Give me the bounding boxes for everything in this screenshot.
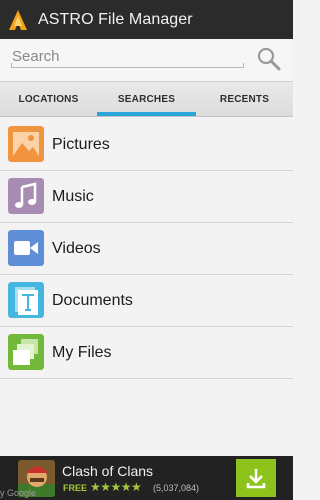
ad-price: FREE <box>63 483 88 493</box>
list-item-videos[interactable]: Videos <box>0 223 293 275</box>
search-input[interactable] <box>12 45 242 67</box>
ad-brand: y Google <box>0 488 37 498</box>
list-item-my-files[interactable]: My Files <box>0 327 293 379</box>
search-underline <box>11 63 244 68</box>
ad-app-name: Clash of Clans <box>62 463 154 479</box>
search-icon[interactable] <box>256 46 282 72</box>
tab-recents[interactable]: RECENTS <box>196 82 293 117</box>
my-files-icon <box>8 334 44 370</box>
videos-icon <box>8 230 44 266</box>
search-bar <box>0 39 293 81</box>
list-item-documents[interactable]: Documents <box>0 275 293 327</box>
list-item-pictures[interactable]: Pictures <box>0 119 293 171</box>
action-bar: ASTRO File Manager <box>0 0 293 39</box>
pictures-icon <box>8 126 44 162</box>
music-icon <box>8 178 44 214</box>
list-item-label: My Files <box>52 344 112 361</box>
ad-download-button[interactable] <box>236 459 276 497</box>
list-item-label: Videos <box>52 240 101 257</box>
selected-tab-indicator <box>97 112 196 116</box>
list-item-label: Pictures <box>52 136 110 153</box>
ad-rating-count: (5,037,084) <box>153 483 200 493</box>
list-item-music[interactable]: Music <box>0 171 293 223</box>
documents-icon <box>8 282 44 318</box>
ad-rating-stars: ★★★★★ <box>90 480 142 494</box>
tab-locations[interactable]: LOCATIONS <box>0 82 97 117</box>
list-item-label: Music <box>52 188 94 205</box>
list-item-label: Documents <box>52 292 133 309</box>
astro-logo-icon <box>9 9 27 30</box>
app-title: ASTRO File Manager <box>38 10 193 28</box>
download-icon <box>246 469 266 489</box>
